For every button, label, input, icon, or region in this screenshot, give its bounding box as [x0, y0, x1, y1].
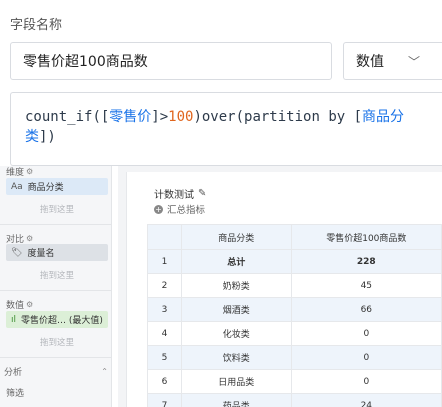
row-index: 4 — [147, 321, 182, 346]
table-row: 5 饮料类 0 — [147, 345, 442, 370]
data-type-select[interactable]: 数值 ﹀ — [343, 42, 442, 80]
field-name-title: 字段名称 — [10, 18, 63, 33]
row-value: 24 — [290, 393, 442, 407]
formula-function: count_if — [25, 109, 93, 125]
table-row: 2 奶粉类 45 — [147, 273, 442, 298]
divider — [0, 357, 111, 358]
gear-icon[interactable]: ⚙ — [26, 234, 33, 243]
preview-table: 商品分类 零售价超100商品数 1 总计 228 2 奶粉类 45 3 烟酒类 — [147, 224, 442, 407]
formula-number: 100 — [168, 109, 194, 125]
row-category: 药品类 — [180, 393, 292, 407]
row-category: 烟酒类 — [180, 297, 292, 322]
gear-icon[interactable]: ⚙ — [26, 167, 33, 176]
preview-card: 计数测试 ✎ + 汇总指标 商品分类 零售价超100商品数 1 总计 228 2… — [126, 172, 442, 407]
value-drop-zone[interactable]: 拖到这里 — [6, 336, 108, 348]
edit-pencil-icon[interactable]: ✎ — [198, 188, 206, 199]
table-row: 3 烟酒类 66 — [147, 297, 442, 322]
compare-chip-measure-name[interactable]: 🏷 度量名 — [6, 244, 108, 261]
tag-icon: 🏷 — [11, 247, 23, 258]
header-index — [147, 224, 182, 250]
preview-title: 计数测试 ✎ — [154, 188, 207, 201]
table-row: 1 总计 228 — [147, 249, 442, 274]
plus-circle-icon: + — [154, 204, 163, 214]
analysis-section-label: 分析 ⌃ — [4, 367, 108, 378]
table-row: 6 日用品类 0 — [147, 369, 442, 394]
summary-metric-toggle[interactable]: + 汇总指标 — [154, 202, 205, 216]
header-value[interactable]: 零售价超100商品数 — [290, 224, 442, 250]
bar-chart-icon: ıl — [11, 314, 17, 325]
row-category: 奶粉类 — [180, 273, 292, 298]
dimension-drop-zone[interactable]: 拖到这里 — [6, 203, 108, 215]
formula-editor[interactable]: count_if([零售价]>100)over(partition by [商品… — [10, 92, 442, 166]
text-type-icon: Aa — [11, 181, 23, 192]
row-category: 化妆类 — [180, 321, 292, 346]
compare-drop-zone[interactable]: 拖到这里 — [6, 269, 108, 281]
row-value: 0 — [290, 369, 442, 394]
formula-close: ]) — [39, 129, 56, 145]
row-value: 0 — [290, 345, 442, 370]
formula-field-price: 零售价 — [109, 109, 152, 125]
field-name-input[interactable]: 零售价超100商品数 — [10, 42, 332, 80]
filter-section-label[interactable]: 筛选 — [6, 386, 24, 399]
row-index: 2 — [147, 273, 182, 298]
value-section-label: 数值 ⚙ — [6, 300, 34, 311]
formula-open: ([ — [92, 109, 110, 125]
chevron-down-icon: ﹀ — [407, 54, 420, 69]
formula-compare: ]> — [151, 109, 169, 125]
row-value: 0 — [290, 321, 442, 346]
row-index: 5 — [147, 345, 182, 370]
row-index: 6 — [147, 369, 182, 394]
table-header-row: 商品分类 零售价超100商品数 — [147, 224, 442, 250]
table-row: 7 药品类 24 — [147, 393, 442, 407]
header-category[interactable]: 商品分类 — [180, 224, 292, 250]
row-category: 日用品类 — [180, 369, 292, 394]
divider — [0, 290, 111, 291]
row-index: 1 — [147, 249, 182, 274]
chart-preview-area: 计数测试 ✎ + 汇总指标 商品分类 零售价超100商品数 1 总计 228 2… — [118, 166, 442, 407]
row-index: 3 — [147, 297, 182, 322]
row-index: 7 — [147, 393, 182, 407]
data-type-value: 数值 — [356, 54, 384, 70]
value-chip-measure[interactable]: ıl 零售价超… (最大值) — [6, 311, 108, 328]
row-category: 饮料类 — [180, 345, 292, 370]
collapse-icon[interactable]: ⌃ — [101, 367, 108, 376]
formula-over-partition: )over(partition by [ — [193, 109, 363, 125]
dimension-chip-category[interactable]: Aa 商品分类 — [6, 178, 108, 195]
table-row: 4 化妆类 0 — [147, 321, 442, 346]
row-value: 228 — [290, 249, 442, 274]
row-value: 66 — [290, 297, 442, 322]
row-value: 45 — [290, 273, 442, 298]
gear-icon[interactable]: ⚙ — [26, 300, 33, 309]
field-name-value: 零售价超100商品数 — [23, 54, 148, 70]
divider — [0, 224, 111, 225]
dimension-section-label: 维度 ⚙ — [6, 167, 34, 178]
row-category: 总计 — [180, 249, 292, 274]
field-config-panel: 维度 ⚙ Aa 商品分类 拖到这里 对比 ⚙ 🏷 度量名 拖到这里 数值 ⚙ ıl 零… — [0, 166, 112, 407]
